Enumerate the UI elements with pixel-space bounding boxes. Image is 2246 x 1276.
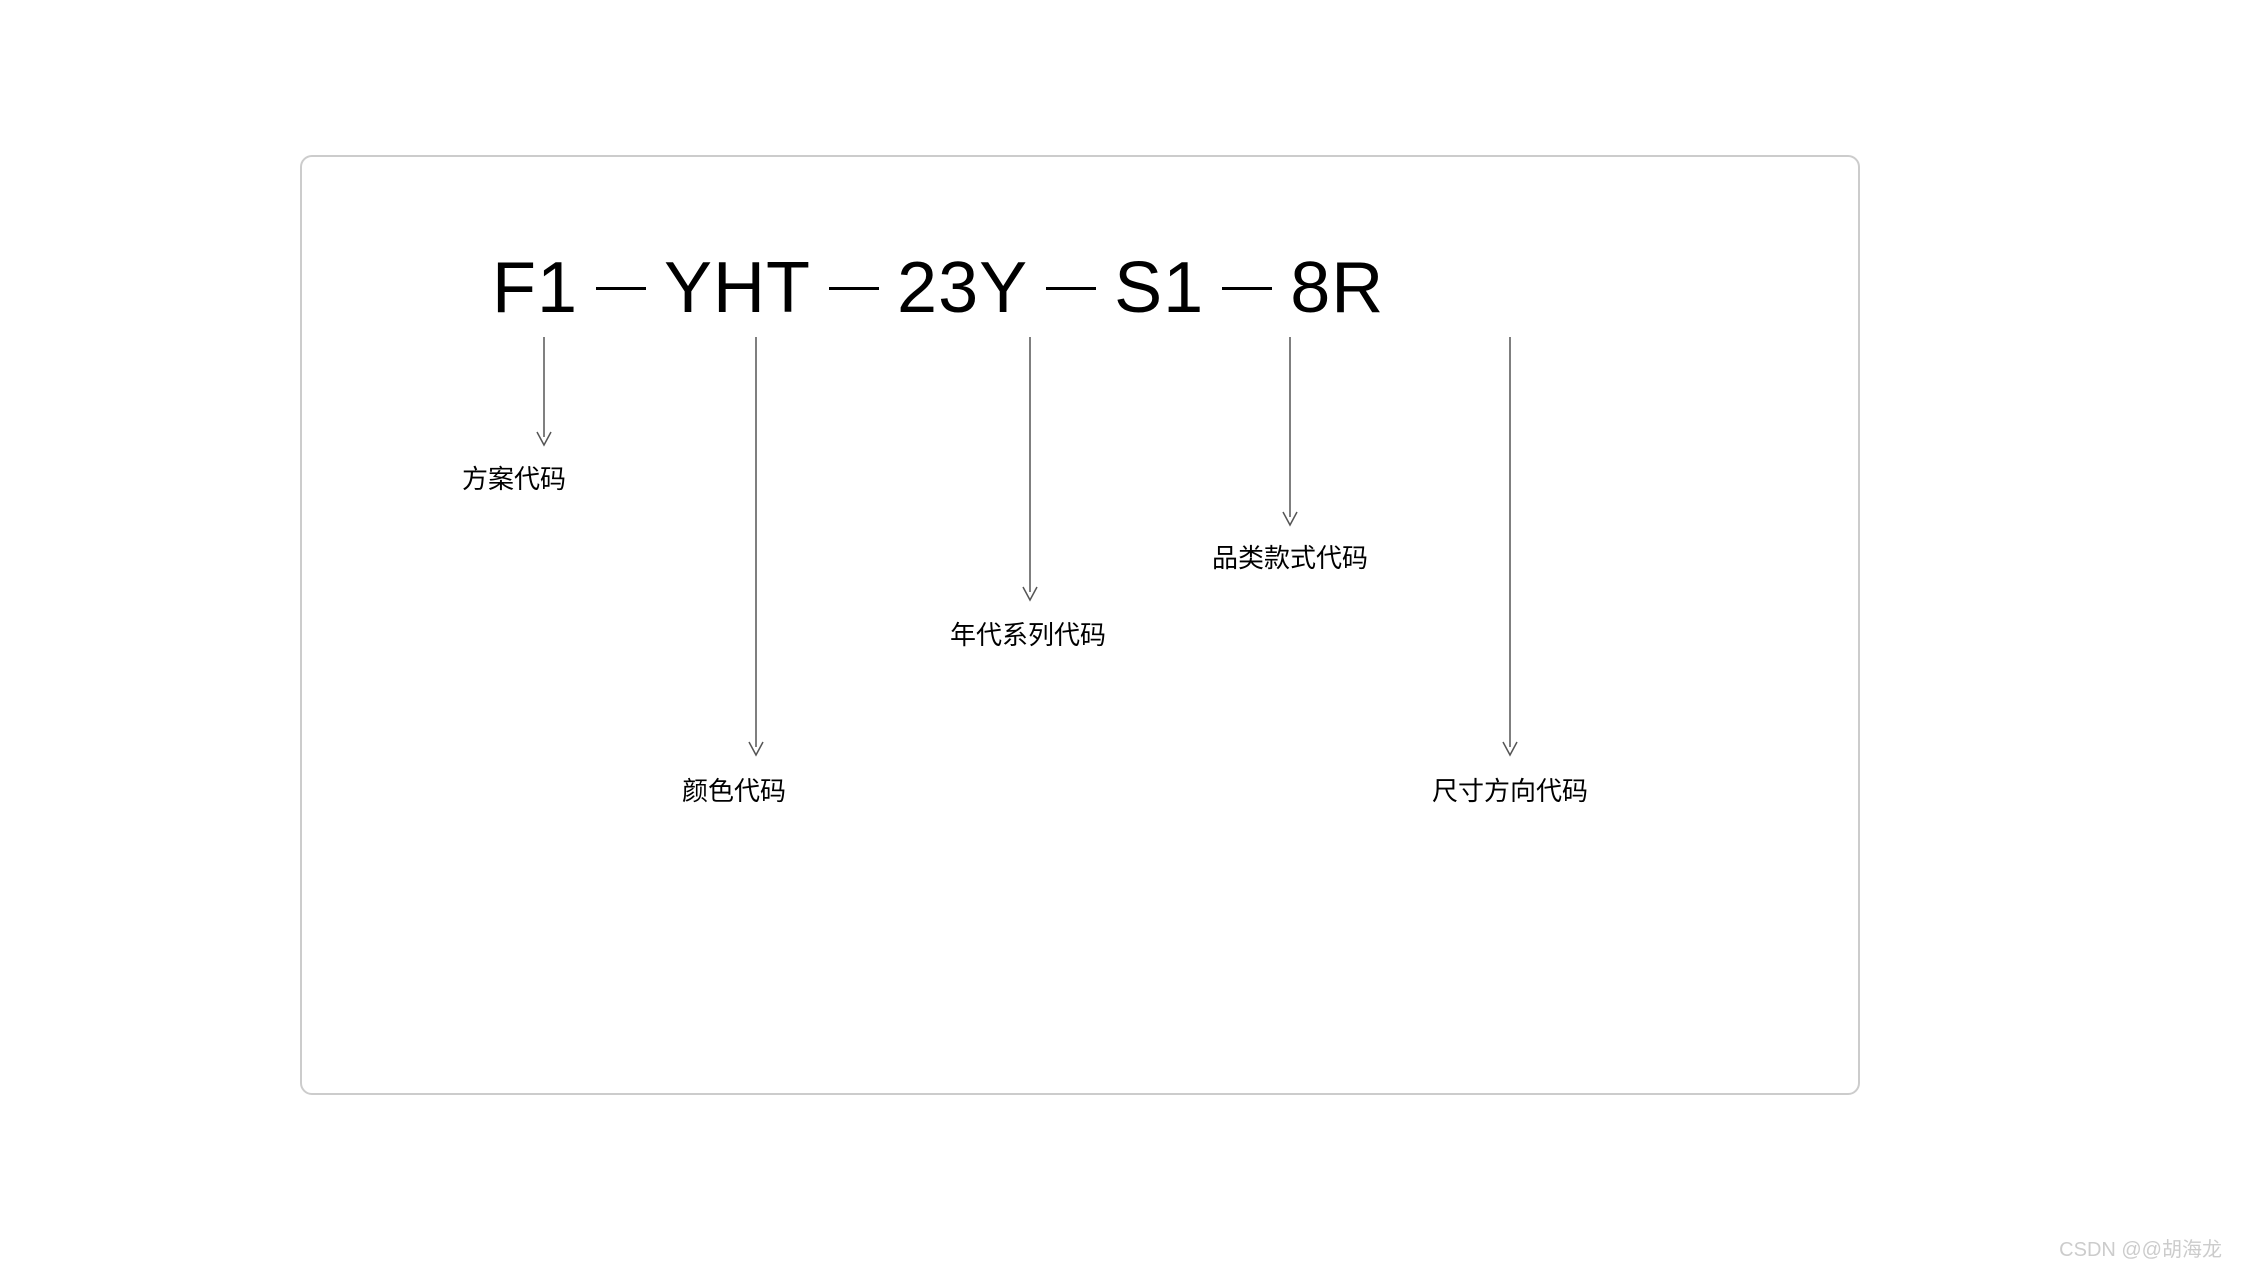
code-seg-5: 8R [1290, 247, 1384, 329]
label-category-style-code: 品类款式代码 [1212, 538, 1368, 575]
code-seg-3: 23Y [897, 247, 1028, 329]
dash-icon [596, 287, 646, 290]
arrow-icon [1500, 337, 1520, 762]
watermark-text: CSDN @@胡海龙 [2059, 1233, 2222, 1262]
code-seg-1: F1 [492, 247, 578, 329]
code-seg-4: S1 [1114, 247, 1204, 329]
arrow-icon [534, 337, 554, 452]
diagram-frame: F1 YHT 23Y S1 8R 方案代码 颜色代码 年代系列代码 品类款式代码… [300, 155, 1860, 1095]
label-size-direction-code: 尺寸方向代码 [1432, 771, 1588, 808]
label-color-code: 颜色代码 [682, 771, 786, 808]
label-scheme-code: 方案代码 [462, 459, 566, 496]
code-row: F1 YHT 23Y S1 8R [302, 247, 1858, 329]
code-seg-2: YHT [664, 247, 811, 329]
dash-icon [829, 287, 879, 290]
dash-icon [1222, 287, 1272, 290]
arrow-icon [1020, 337, 1040, 607]
arrow-icon [1280, 337, 1300, 532]
arrow-icon [746, 337, 766, 762]
label-era-series-code: 年代系列代码 [950, 615, 1106, 652]
dash-icon [1046, 287, 1096, 290]
